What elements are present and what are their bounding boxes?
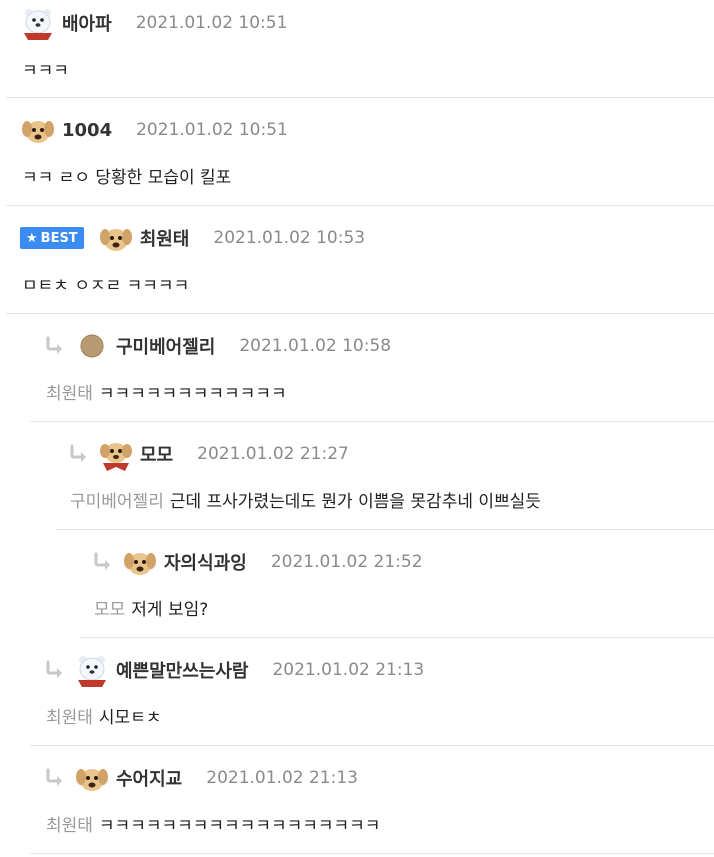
comment-date: 2021.01.02 21:13 <box>272 660 425 680</box>
comment-date: 2021.01.02 10:51 <box>135 13 288 33</box>
reply-arrow-icon <box>44 767 66 789</box>
comment-text: 최원태 ㅋㅋㅋㅋㅋㅋㅋㅋㅋㅋㅋㅋ <box>46 379 287 404</box>
reply-item: 예쁜말만쓰는사람 2021.01.02 21:13 최원태 시모ㅌㅊ <box>30 638 714 746</box>
puppy-scarf-avatar-icon[interactable] <box>98 436 134 472</box>
comment-date: 2021.01.02 10:53 <box>213 228 366 248</box>
comment-date: 2021.01.02 21:13 <box>206 768 358 788</box>
reply-item: 자의식과잉 2021.01.02 21:52 모모 저게 보임? <box>80 530 714 638</box>
comment-author[interactable]: 최원태 <box>140 225 190 251</box>
comment-text: ㅁㅌㅊ ㅇㅈㄹ ㅋㅋㅋㅋ <box>22 271 189 296</box>
comment-date: 2021.01.02 21:27 <box>197 444 349 464</box>
mention-link[interactable]: 최원태 <box>46 816 93 836</box>
comment-item: 배아파 2021.01.02 10:51 ㅋㅋㅋ <box>6 0 714 98</box>
comment-content: ㅋㅋㅋㅋㅋㅋㅋㅋㅋㅋㅋㅋㅋㅋㅋㅋㅋㅋ <box>98 816 381 836</box>
mention-link[interactable]: 최원태 <box>46 384 93 404</box>
comment-content: ㅋㅋㅋㅋㅋㅋㅋㅋㅋㅋㅋㅋ <box>98 384 287 404</box>
comment-text: 구미베어젤리 근데 프사가렸는데도 뭔가 이쁨을 못감추네 이쁘실듯 <box>70 487 541 512</box>
mention-link[interactable]: 모모 <box>94 600 125 620</box>
comment-item: ★ BEST 최원태 2021.01.02 10:53 ㅁㅌㅊ ㅇㅈㄹ ㅋㅋㅋㅋ <box>6 206 714 314</box>
comment-text: 최원태 시모ㅌㅊ <box>46 703 161 728</box>
comment-date: 2021.01.02 10:58 <box>239 336 392 356</box>
circle-avatar-icon[interactable] <box>74 328 110 364</box>
reply-item: 구미베어젤리 2021.01.02 10:58 최원태 ㅋㅋㅋㅋㅋㅋㅋㅋㅋㅋㅋㅋ <box>30 314 714 422</box>
comment-content: ㅁㅌㅊ ㅇㅈㄹ ㅋㅋㅋㅋ <box>22 276 190 296</box>
reply-arrow-icon <box>92 551 114 573</box>
mention-link[interactable]: 구미베어젤리 <box>70 492 164 512</box>
comment-author[interactable]: 배아파 <box>62 10 112 36</box>
comment-author[interactable]: 모모 <box>140 441 173 467</box>
comment-content: 시모ㅌㅊ <box>98 708 162 728</box>
comment-author[interactable]: 자의식과잉 <box>164 549 247 575</box>
comment-author[interactable]: 1004 <box>62 120 112 141</box>
star-icon: ★ <box>26 230 38 246</box>
comment-text: 최원태 ㅋㅋㅋㅋㅋㅋㅋㅋㅋㅋㅋㅋㅋㅋㅋㅋㅋㅋ <box>46 811 380 836</box>
comment-item: 1004 2021.01.02 10:51 ㅋㅋ ㄹㅇ 당황한 모습이 킬포 <box>6 98 714 206</box>
comment-author[interactable]: 구미베어젤리 <box>116 333 215 359</box>
mention-link[interactable]: 최원태 <box>46 708 93 728</box>
best-badge: ★ BEST <box>20 227 84 249</box>
comment-content: ㅋㅋ ㄹㅇ 당황한 모습이 킬포 <box>22 168 232 188</box>
comment-author[interactable]: 예쁜말만쓰는사람 <box>116 657 248 683</box>
polar-bear-avatar-icon[interactable] <box>20 5 56 41</box>
puppy-avatar-icon[interactable] <box>20 112 56 148</box>
comment-content: ㅋㅋㅋ <box>22 61 69 81</box>
comment-text: ㅋㅋ ㄹㅇ 당황한 모습이 킬포 <box>22 163 231 188</box>
comment-content: 근데 프사가렸는데도 뭔가 이쁨을 못감추네 이쁘실듯 <box>169 492 541 512</box>
comment-text: ㅋㅋㅋ <box>22 56 69 81</box>
polar-bear-avatar-icon[interactable] <box>74 652 110 688</box>
comment-author[interactable]: 수어지교 <box>116 765 182 791</box>
reply-item: 모모 2021.01.02 21:27 구미베어젤리 근데 프사가렸는데도 뭔가 … <box>56 422 714 530</box>
comment-date: 2021.01.02 10:51 <box>136 120 288 140</box>
puppy-avatar-icon[interactable] <box>74 760 110 796</box>
reply-arrow-icon <box>44 659 66 681</box>
best-badge-label: BEST <box>40 230 78 246</box>
comment-content: 저게 보임? <box>131 600 209 620</box>
comment-date: 2021.01.02 21:52 <box>270 552 423 572</box>
comment-text: 모모 저게 보임? <box>94 595 208 620</box>
reply-item: 수어지교 2021.01.02 21:13 최원태 ㅋㅋㅋㅋㅋㅋㅋㅋㅋㅋㅋㅋㅋㅋㅋ… <box>30 746 714 854</box>
puppy-avatar-icon[interactable] <box>122 544 158 580</box>
reply-arrow-icon <box>68 443 90 465</box>
reply-arrow-icon <box>44 335 66 357</box>
puppy-avatar-icon[interactable] <box>98 220 134 256</box>
